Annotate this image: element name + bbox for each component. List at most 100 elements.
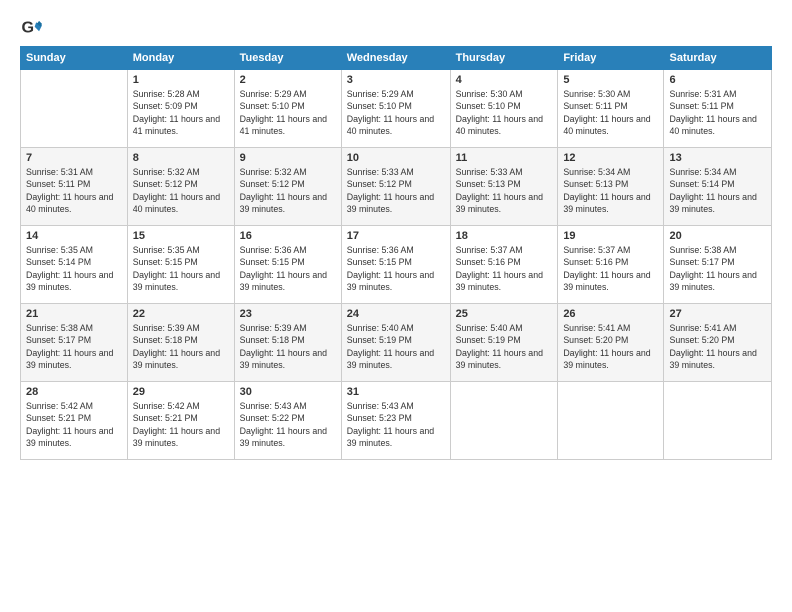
- day-number: 9: [240, 152, 336, 164]
- calendar-cell: 5 Sunrise: 5:30 AMSunset: 5:11 PMDaylight…: [558, 70, 664, 148]
- svg-text:G: G: [21, 19, 34, 37]
- day-info: Sunrise: 5:40 AMSunset: 5:19 PMDaylight:…: [347, 322, 445, 371]
- page-header: G: [20, 18, 772, 40]
- day-number: 5: [563, 74, 658, 86]
- calendar-cell: 28 Sunrise: 5:42 AMSunset: 5:21 PMDayligh…: [21, 382, 128, 460]
- calendar-cell: 26 Sunrise: 5:41 AMSunset: 5:20 PMDayligh…: [558, 304, 664, 382]
- day-number: 10: [347, 152, 445, 164]
- calendar-week-row: 7 Sunrise: 5:31 AMSunset: 5:11 PMDaylight…: [21, 148, 772, 226]
- day-number: 2: [240, 74, 336, 86]
- day-number: 26: [563, 308, 658, 320]
- calendar-cell: 12Sunrise: 5:34 AMSunset: 5:13 PMDayligh…: [558, 148, 664, 226]
- calendar-cell: 14Sunrise: 5:35 AMSunset: 5:14 PMDayligh…: [21, 226, 128, 304]
- calendar-cell: 11Sunrise: 5:33 AMSunset: 5:13 PMDayligh…: [450, 148, 558, 226]
- day-number: 8: [133, 152, 229, 164]
- day-info: Sunrise: 5:30 AMSunset: 5:10 PMDaylight:…: [456, 88, 553, 137]
- day-info: Sunrise: 5:39 AMSunset: 5:18 PMDaylight:…: [240, 322, 336, 371]
- day-info: Sunrise: 5:31 AMSunset: 5:11 PMDaylight:…: [26, 166, 122, 215]
- calendar-cell: 13 Sunrise: 5:34 AMSunset: 5:14 PMDayligh…: [664, 148, 772, 226]
- day-info: Sunrise: 5:32 AMSunset: 5:12 PMDaylight:…: [133, 166, 229, 215]
- day-info: Sunrise: 5:40 AMSunset: 5:19 PMDaylight:…: [456, 322, 553, 371]
- calendar-week-row: 14Sunrise: 5:35 AMSunset: 5:14 PMDayligh…: [21, 226, 772, 304]
- logo-icon: G: [20, 18, 42, 40]
- calendar-cell: [450, 382, 558, 460]
- day-info: Sunrise: 5:34 AMSunset: 5:14 PMDaylight:…: [669, 166, 766, 215]
- day-info: Sunrise: 5:32 AMSunset: 5:12 PMDaylight:…: [240, 166, 336, 215]
- day-number: 6: [669, 74, 766, 86]
- day-number: 29: [133, 386, 229, 398]
- weekday-header: Saturday: [664, 47, 772, 70]
- calendar-cell: 17 Sunrise: 5:36 AMSunset: 5:15 PMDayligh…: [341, 226, 450, 304]
- calendar-week-row: 21 Sunrise: 5:38 AMSunset: 5:17 PMDayligh…: [21, 304, 772, 382]
- calendar-week-row: 28 Sunrise: 5:42 AMSunset: 5:21 PMDayligh…: [21, 382, 772, 460]
- day-info: Sunrise: 5:37 AMSunset: 5:16 PMDaylight:…: [563, 244, 658, 293]
- calendar-cell: 18 Sunrise: 5:37 AMSunset: 5:16 PMDayligh…: [450, 226, 558, 304]
- calendar-cell: [21, 70, 128, 148]
- calendar-cell: 3 Sunrise: 5:29 AMSunset: 5:10 PMDaylight…: [341, 70, 450, 148]
- day-number: 18: [456, 230, 553, 242]
- day-number: 21: [26, 308, 122, 320]
- day-info: Sunrise: 5:41 AMSunset: 5:20 PMDaylight:…: [669, 322, 766, 371]
- day-number: 7: [26, 152, 122, 164]
- calendar-cell: 6 Sunrise: 5:31 AMSunset: 5:11 PMDaylight…: [664, 70, 772, 148]
- day-info: Sunrise: 5:30 AMSunset: 5:11 PMDaylight:…: [563, 88, 658, 137]
- calendar-cell: 21 Sunrise: 5:38 AMSunset: 5:17 PMDayligh…: [21, 304, 128, 382]
- day-info: Sunrise: 5:28 AMSunset: 5:09 PMDaylight:…: [133, 88, 229, 137]
- day-info: Sunrise: 5:41 AMSunset: 5:20 PMDaylight:…: [563, 322, 658, 371]
- calendar-cell: 20Sunrise: 5:38 AMSunset: 5:17 PMDayligh…: [664, 226, 772, 304]
- day-info: Sunrise: 5:36 AMSunset: 5:15 PMDaylight:…: [347, 244, 445, 293]
- day-info: Sunrise: 5:43 AMSunset: 5:22 PMDaylight:…: [240, 400, 336, 449]
- day-info: Sunrise: 5:33 AMSunset: 5:12 PMDaylight:…: [347, 166, 445, 215]
- day-number: 31: [347, 386, 445, 398]
- calendar-cell: 19 Sunrise: 5:37 AMSunset: 5:16 PMDayligh…: [558, 226, 664, 304]
- day-number: 23: [240, 308, 336, 320]
- calendar-header-row: SundayMondayTuesdayWednesdayThursdayFrid…: [21, 47, 772, 70]
- day-number: 13: [669, 152, 766, 164]
- logo: G: [20, 18, 46, 40]
- day-info: Sunrise: 5:34 AMSunset: 5:13 PMDaylight:…: [563, 166, 658, 215]
- day-info: Sunrise: 5:38 AMSunset: 5:17 PMDaylight:…: [26, 322, 122, 371]
- calendar-cell: 7 Sunrise: 5:31 AMSunset: 5:11 PMDaylight…: [21, 148, 128, 226]
- day-number: 17: [347, 230, 445, 242]
- day-number: 24: [347, 308, 445, 320]
- calendar-cell: [558, 382, 664, 460]
- calendar-table: SundayMondayTuesdayWednesdayThursdayFrid…: [20, 46, 772, 460]
- day-info: Sunrise: 5:43 AMSunset: 5:23 PMDaylight:…: [347, 400, 445, 449]
- calendar-cell: 23 Sunrise: 5:39 AMSunset: 5:18 PMDayligh…: [234, 304, 341, 382]
- day-info: Sunrise: 5:39 AMSunset: 5:18 PMDaylight:…: [133, 322, 229, 371]
- day-info: Sunrise: 5:36 AMSunset: 5:15 PMDaylight:…: [240, 244, 336, 293]
- calendar-cell: 8 Sunrise: 5:32 AMSunset: 5:12 PMDaylight…: [127, 148, 234, 226]
- day-info: Sunrise: 5:42 AMSunset: 5:21 PMDaylight:…: [26, 400, 122, 449]
- day-number: 28: [26, 386, 122, 398]
- day-info: Sunrise: 5:35 AMSunset: 5:14 PMDaylight:…: [26, 244, 122, 293]
- day-number: 25: [456, 308, 553, 320]
- day-number: 20: [669, 230, 766, 242]
- calendar-cell: 16 Sunrise: 5:36 AMSunset: 5:15 PMDayligh…: [234, 226, 341, 304]
- calendar-cell: 4 Sunrise: 5:30 AMSunset: 5:10 PMDaylight…: [450, 70, 558, 148]
- calendar-cell: 1Sunrise: 5:28 AMSunset: 5:09 PMDaylight…: [127, 70, 234, 148]
- day-number: 11: [456, 152, 553, 164]
- day-number: 3: [347, 74, 445, 86]
- day-info: Sunrise: 5:37 AMSunset: 5:16 PMDaylight:…: [456, 244, 553, 293]
- day-info: Sunrise: 5:29 AMSunset: 5:10 PMDaylight:…: [347, 88, 445, 137]
- day-number: 16: [240, 230, 336, 242]
- calendar-cell: 2 Sunrise: 5:29 AMSunset: 5:10 PMDaylight…: [234, 70, 341, 148]
- weekday-header: Monday: [127, 47, 234, 70]
- weekday-header: Wednesday: [341, 47, 450, 70]
- calendar-cell: 10 Sunrise: 5:33 AMSunset: 5:12 PMDayligh…: [341, 148, 450, 226]
- calendar-cell: 15Sunrise: 5:35 AMSunset: 5:15 PMDayligh…: [127, 226, 234, 304]
- day-number: 4: [456, 74, 553, 86]
- calendar-cell: 29 Sunrise: 5:42 AMSunset: 5:21 PMDayligh…: [127, 382, 234, 460]
- weekday-header: Tuesday: [234, 47, 341, 70]
- calendar-cell: 9 Sunrise: 5:32 AMSunset: 5:12 PMDaylight…: [234, 148, 341, 226]
- day-info: Sunrise: 5:42 AMSunset: 5:21 PMDaylight:…: [133, 400, 229, 449]
- weekday-header: Thursday: [450, 47, 558, 70]
- calendar-cell: 24 Sunrise: 5:40 AMSunset: 5:19 PMDayligh…: [341, 304, 450, 382]
- day-number: 30: [240, 386, 336, 398]
- day-info: Sunrise: 5:31 AMSunset: 5:11 PMDaylight:…: [669, 88, 766, 137]
- calendar-cell: [664, 382, 772, 460]
- day-number: 19: [563, 230, 658, 242]
- day-info: Sunrise: 5:29 AMSunset: 5:10 PMDaylight:…: [240, 88, 336, 137]
- calendar-cell: 31 Sunrise: 5:43 AMSunset: 5:23 PMDayligh…: [341, 382, 450, 460]
- day-number: 22: [133, 308, 229, 320]
